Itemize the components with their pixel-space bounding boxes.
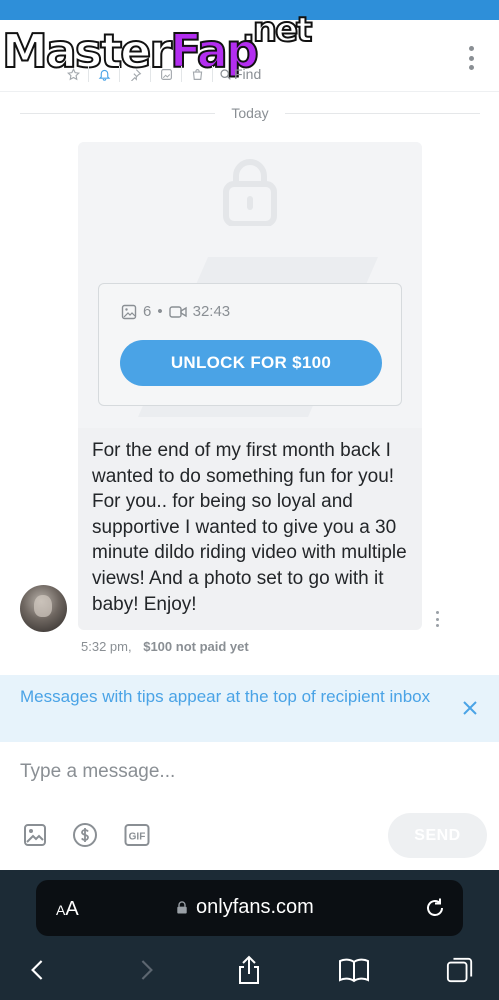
avatar[interactable] bbox=[20, 585, 67, 632]
message-composer: GIF SEND bbox=[0, 742, 499, 870]
date-divider: Today bbox=[20, 104, 481, 122]
reload-icon[interactable] bbox=[424, 897, 446, 919]
close-icon[interactable] bbox=[462, 700, 478, 716]
video-duration: 32:43 bbox=[192, 303, 231, 320]
message-options-icon[interactable] bbox=[436, 611, 441, 627]
browser-nav bbox=[0, 950, 499, 990]
message-text: For the end of my first month back I wan… bbox=[92, 440, 407, 615]
message-bubble: 6 • 32:43 UNLOCK FOR $100 For the end of… bbox=[78, 142, 422, 630]
chat-header: MasterFap .net Find bbox=[0, 9, 499, 92]
media-meta: 6 • 32:43 bbox=[121, 303, 230, 320]
message-time: 5:32 pm, bbox=[81, 639, 132, 654]
ppv-purchase-box: 6 • 32:43 UNLOCK FOR $100 bbox=[98, 283, 402, 406]
header-toolbar: Find bbox=[58, 66, 267, 82]
locked-media-preview: 6 • 32:43 UNLOCK FOR $100 bbox=[78, 142, 422, 428]
date-label: Today bbox=[231, 105, 269, 121]
svg-text:GIF: GIF bbox=[129, 832, 146, 843]
tip-dollar-icon[interactable] bbox=[72, 822, 98, 848]
photo-count: 6 bbox=[143, 303, 152, 320]
lock-icon bbox=[223, 159, 277, 226]
find-button[interactable]: Find bbox=[213, 66, 267, 82]
meta-separator: • bbox=[157, 303, 163, 320]
more-options-icon[interactable] bbox=[467, 46, 475, 70]
attach-image-icon[interactable] bbox=[22, 822, 48, 848]
message-meta: 5:32 pm, $100 not paid yet bbox=[81, 639, 249, 654]
bag-icon[interactable] bbox=[182, 66, 213, 82]
star-icon[interactable] bbox=[58, 66, 89, 82]
image-icon[interactable] bbox=[151, 66, 182, 82]
tips-banner-text: Messages with tips appear at the top of … bbox=[20, 687, 431, 706]
send-button[interactable]: SEND bbox=[388, 813, 487, 858]
search-icon bbox=[220, 68, 231, 80]
bell-icon[interactable] bbox=[89, 66, 120, 82]
tabs-icon[interactable] bbox=[444, 954, 476, 986]
back-icon[interactable] bbox=[22, 954, 54, 986]
tips-banner: Messages with tips appear at the top of … bbox=[0, 675, 499, 742]
video-icon bbox=[168, 305, 187, 318]
photo-icon bbox=[121, 304, 137, 319]
chat-page: MasterFap .net Find Today 6 • 32:43 UNLO… bbox=[0, 0, 499, 1000]
text-size-button[interactable]: AA bbox=[56, 898, 79, 921]
gif-icon[interactable]: GIF bbox=[124, 822, 150, 848]
bookmarks-icon[interactable] bbox=[338, 954, 370, 986]
message-input[interactable] bbox=[20, 758, 460, 786]
pin-icon[interactable] bbox=[120, 66, 151, 82]
find-label: Find bbox=[234, 66, 262, 82]
share-icon[interactable] bbox=[233, 954, 265, 986]
unlock-button[interactable]: UNLOCK FOR $100 bbox=[120, 340, 382, 386]
price-status: $100 not paid yet bbox=[143, 639, 249, 654]
url-display[interactable]: onlyfans.com bbox=[176, 896, 314, 919]
browser-chrome: AA onlyfans.com bbox=[0, 870, 499, 1000]
lock-icon bbox=[177, 901, 187, 914]
url-text: onlyfans.com bbox=[196, 896, 314, 918]
address-bar[interactable]: AA onlyfans.com bbox=[36, 880, 463, 936]
forward-icon[interactable] bbox=[130, 954, 162, 986]
